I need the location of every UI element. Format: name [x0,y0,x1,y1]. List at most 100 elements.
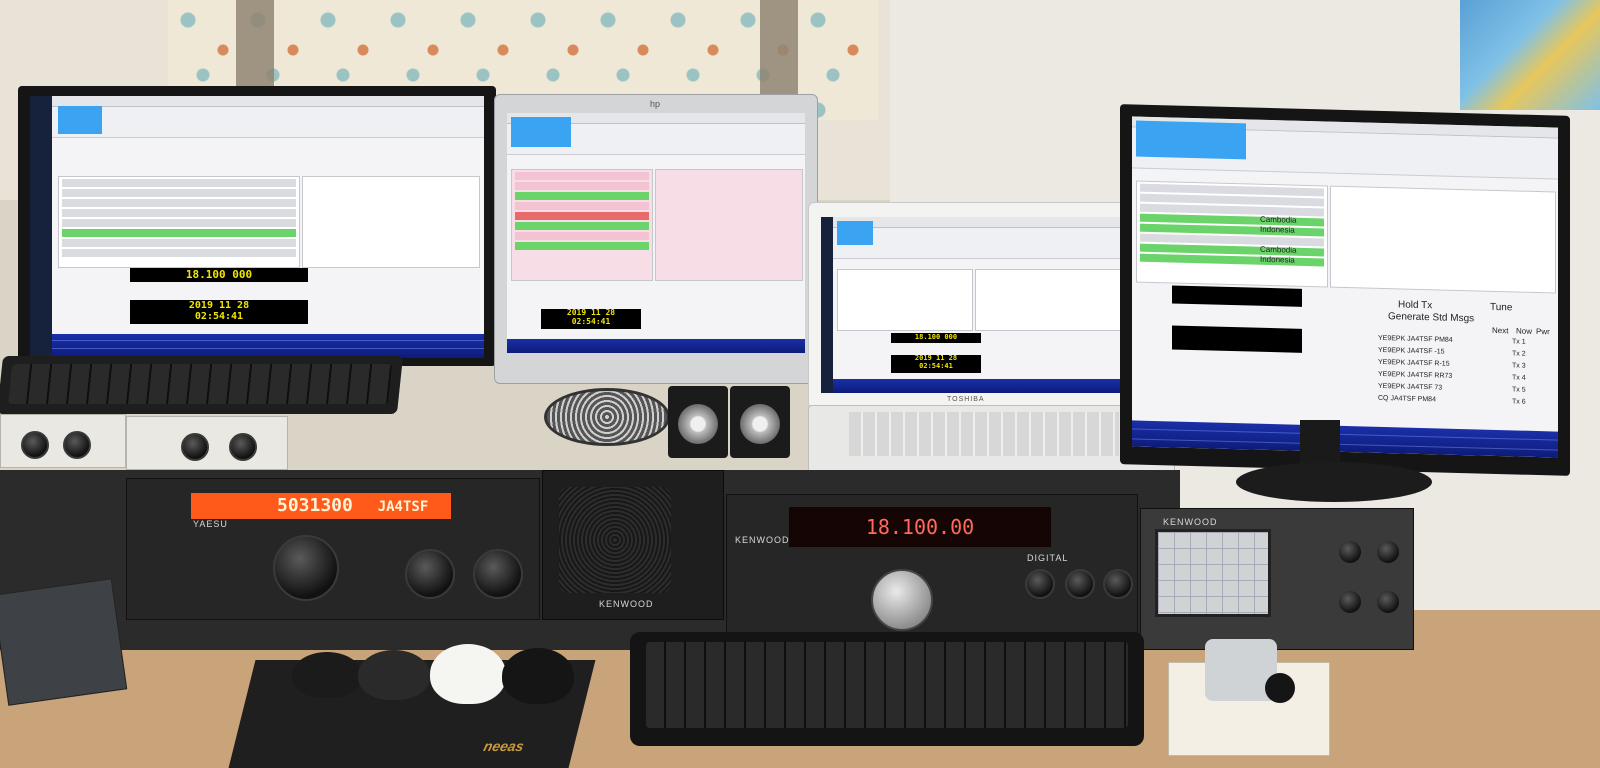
right-monitor-screen: Cambodia Indonesia Cambodia Indonesia Ho… [1132,116,1558,458]
monitor-base [1236,462,1432,502]
band-activity-pane: Cambodia Indonesia Cambodia Indonesia [1136,180,1328,288]
waterfall [1132,420,1558,458]
black-keyboard [0,356,404,414]
pc-speaker-right [730,386,790,458]
kenwood-external-speaker: KENWOOD [542,470,724,620]
right-monitor: Cambodia Indonesia Cambodia Indonesia Ho… [1120,104,1570,476]
dial-frequency [1172,285,1302,307]
digital-label: DIGITAL [1027,553,1069,563]
left-monitor-screen: 18.100 000 2019 11 28 02:54:41 [30,96,484,358]
decode-country: Indonesia [1260,254,1295,265]
tx-panel: Hold Tx Tune Generate Std Msgs Next Now … [1378,299,1554,424]
hold-tx-label: Hold Tx [1398,299,1433,312]
blue-tile [1136,120,1246,160]
rx-frequency-pane [655,169,803,281]
mouse-white[interactable] [430,644,506,704]
now-label: Now [1516,326,1533,336]
waterfall [52,334,484,358]
cw-paddle-base [1168,639,1330,756]
waterfall [507,339,805,353]
laptop-screen: 18.100 000 2019 11 28 02:54:41 [821,217,1125,393]
next-label: Next [1492,325,1509,336]
sub-knob[interactable] [405,549,455,599]
tx-button[interactable]: Tx 3 [1512,362,1542,375]
main-tuning-knob[interactable] [273,535,339,601]
tune-label: Tune [1490,301,1513,314]
audio-interface [126,416,288,470]
tx-button-list: Tx 1 Tx 2 Tx 3 Tx 4 Tx 5 Tx 6 [1512,338,1542,411]
hp-logo: hp [650,99,661,109]
pwr-label: Pwr [1536,327,1550,337]
sub-knob[interactable] [1103,569,1133,599]
kenwood-transceiver: 18.100.00 KENWOOD DIGITAL [726,494,1138,646]
band-activity-pane [511,169,653,281]
main-tuning-knob[interactable] [871,569,933,631]
kenwood-brand: KENWOOD [735,535,790,545]
tx-message-list: YE9EPK JA4TSF PM84 YE9EPK JA4TSF -15 YE9… [1378,335,1488,410]
tx-button[interactable]: Tx 2 [1512,350,1542,363]
decode-country: Cambodia [1260,244,1297,255]
band-activity-pane [837,269,973,331]
rx-frequency-pane [975,269,1123,331]
laptop-brand: TOSHIBA [947,396,985,403]
wsjt-controls [833,228,1125,259]
mousepad-brand: neeas [482,738,526,754]
sub-knob[interactable] [473,549,523,599]
hp-monitor-screen: 2019 11 28 02:54:41 [507,113,805,353]
scope-screen [1155,529,1271,617]
scope-knob[interactable] [1337,589,1363,615]
decode-country: Indonesia [1260,224,1295,235]
ham-radio-station-scene: 18.100 000 2019 11 28 02:54:41 hp 2019 1… [0,0,1600,768]
mouse-black[interactable] [292,652,362,698]
waterfall [833,379,1125,393]
rx-frequency-pane [302,176,480,268]
utc-clock: 2019 11 28 02:54:41 [541,308,641,329]
tx-button[interactable]: Tx 5 [1512,386,1542,399]
yaesu-display: 5031300 JA4TSF [191,493,451,519]
laptop-lid: 18.100 000 2019 11 28 02:54:41 TOSHIBA [808,202,1138,409]
blue-tile [58,106,102,134]
yaesu-brand: YAESU [193,519,228,529]
utc-clock: 2019 11 28 02:54:41 [130,300,308,324]
tx-button[interactable]: Tx 1 [1512,338,1542,351]
scope-brand: KENWOOD [1163,517,1218,527]
tx-button[interactable]: Tx 4 [1512,374,1542,387]
clock-time: 02:54:41 [919,361,953,370]
tx-message[interactable]: CQ JA4TSF PM84 [1378,395,1488,410]
generate-std-msgs-button[interactable]: Generate Std Msgs [1388,311,1474,324]
yaesu-callsign: JA4TSF [377,499,429,515]
taskbar [821,217,833,393]
cooling-fan [544,388,670,446]
utc-clock [1172,325,1302,353]
utc-clock: 2019 11 28 02:54:41 [891,354,981,373]
hp-monitor: hp 2019 11 28 02:54:41 [494,94,818,384]
wall-map [1460,0,1600,110]
laptop-keyboard [849,412,1119,456]
speaker-brand: KENWOOD [599,599,654,609]
yaesu-frequency: 5031300 [277,495,353,516]
clock-date: 2019 11 28 [188,300,250,311]
clock-time: 02:54:41 [194,311,244,322]
clock-time: 02:54:41 [571,316,611,326]
titlebar [52,96,484,107]
wsjt-controls [52,107,484,138]
mouse-black[interactable] [502,648,574,704]
scope-knob[interactable] [1375,539,1401,565]
scope-knob[interactable] [1337,539,1363,565]
mouse-black[interactable] [358,650,430,700]
scope-knob[interactable] [1375,589,1401,615]
sub-knob[interactable] [1025,569,1055,599]
blue-tile [837,221,873,245]
yaesu-transceiver: YAESU 5031300 JA4TSF [126,478,540,620]
pc-keyboard[interactable] [630,632,1144,746]
dial-frequency: 18.100 000 [130,268,308,282]
speaker-grille [559,487,671,593]
kenwood-station-monitor: KENWOOD [1140,508,1414,650]
kenwood-display: 18.100.00 [789,507,1051,547]
decode-country: Cambodia [1260,214,1297,225]
pc-speaker-left [668,386,728,458]
sub-knob[interactable] [1065,569,1095,599]
tx-button[interactable]: Tx 6 [1512,398,1542,411]
left-monitor: 18.100 000 2019 11 28 02:54:41 [18,86,496,366]
paddle-knob[interactable] [1265,673,1295,703]
